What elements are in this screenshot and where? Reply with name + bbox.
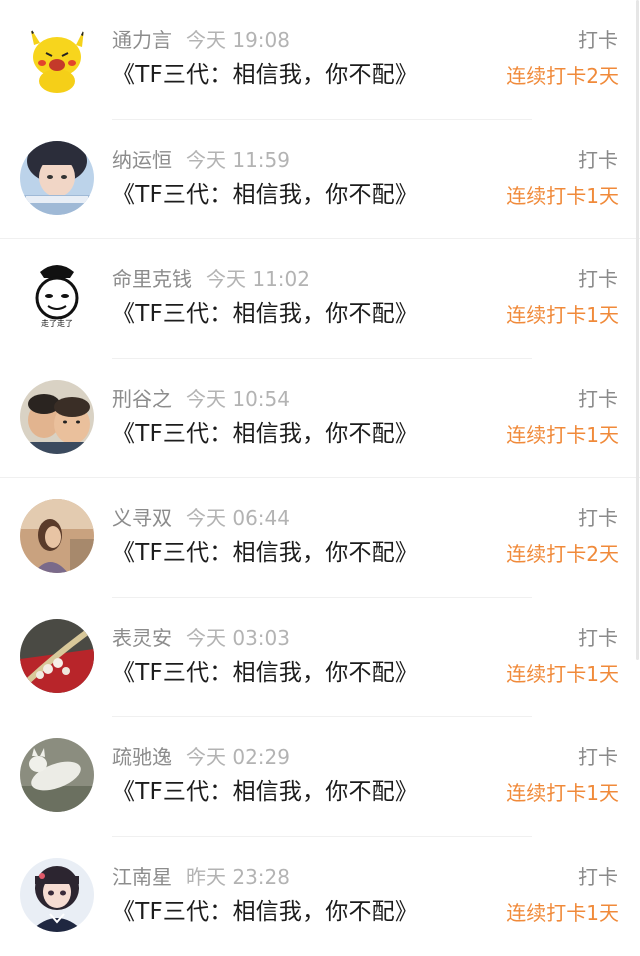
user-name[interactable]: 通力言 (112, 28, 172, 52)
checkin-action-label: 打卡 (578, 625, 618, 651)
checkin-list: 通力言今天 19:08 《TF三代：相信我，你不配》 打卡 连续打卡2天 纳运恒… (0, 0, 640, 956)
scrollbar-thumb[interactable] (636, 0, 639, 660)
girl-profile-avatar[interactable] (20, 499, 94, 573)
meta-line: 通力言今天 19:08 (112, 27, 290, 53)
list-item[interactable]: 义寻双今天 06:44 《TF三代：相信我，你不配》 打卡 连续打卡2天 (0, 478, 640, 598)
meta-line: 纳运恒今天 11:59 (112, 147, 290, 173)
checkin-action-label: 打卡 (578, 864, 618, 890)
user-name[interactable]: 纳运恒 (112, 148, 172, 172)
avatar-caption: 走了走了 (41, 319, 73, 328)
streak-label: 连续打卡2天 (506, 541, 619, 567)
white-cat-avatar[interactable] (20, 738, 94, 812)
meme-face-avatar[interactable]: 走了走了 (20, 260, 94, 334)
checkin-action-label: 打卡 (578, 266, 618, 292)
post-time: 今天 11:59 (186, 148, 290, 172)
checkin-action-label: 打卡 (578, 505, 618, 531)
two-boys-avatar[interactable] (20, 380, 94, 454)
checkin-title: 《TF三代：相信我，你不配》 (112, 536, 418, 570)
post-time: 今天 11:02 (206, 267, 310, 291)
checkin-title: 《TF三代：相信我，你不配》 (112, 895, 418, 929)
anime-girl-avatar[interactable] (20, 858, 94, 932)
checkin-action-label: 打卡 (578, 147, 618, 173)
meta-line: 疏驰逸今天 02:29 (112, 744, 290, 770)
list-item[interactable]: 疏驰逸今天 02:29 《TF三代：相信我，你不配》 打卡 连续打卡1天 (0, 717, 640, 837)
pikachu-avatar[interactable] (20, 21, 94, 95)
meta-line: 江南星昨天 23:28 (112, 864, 290, 890)
checkin-action-label: 打卡 (578, 386, 618, 412)
post-time: 今天 03:03 (186, 626, 290, 650)
user-name[interactable]: 刑谷之 (112, 387, 172, 411)
user-name[interactable]: 义寻双 (112, 506, 172, 530)
checkin-title: 《TF三代：相信我，你不配》 (112, 417, 418, 451)
checkin-title: 《TF三代：相信我，你不配》 (112, 58, 418, 92)
streak-label: 连续打卡1天 (506, 900, 619, 926)
post-time: 昨天 23:28 (186, 865, 290, 889)
user-name[interactable]: 疏驰逸 (112, 745, 172, 769)
meta-line: 刑谷之今天 10:54 (112, 386, 290, 412)
meta-line: 表灵安今天 03:03 (112, 625, 290, 651)
meta-line: 义寻双今天 06:44 (112, 505, 290, 531)
list-item[interactable]: 纳运恒今天 11:59 《TF三代：相信我，你不配》 打卡 连续打卡1天 (0, 120, 640, 240)
streak-label: 连续打卡2天 (506, 63, 619, 89)
post-time: 今天 19:08 (186, 28, 290, 52)
streak-label: 连续打卡1天 (506, 780, 619, 806)
pearl-brooch-avatar[interactable] (20, 619, 94, 693)
streak-label: 连续打卡1天 (506, 183, 619, 209)
checkin-title: 《TF三代：相信我，你不配》 (112, 178, 418, 212)
post-time: 今天 02:29 (186, 745, 290, 769)
user-name[interactable]: 表灵安 (112, 626, 172, 650)
checkin-title: 《TF三代：相信我，你不配》 (112, 297, 418, 331)
streak-label: 连续打卡1天 (506, 661, 619, 687)
checkin-title: 《TF三代：相信我，你不配》 (112, 775, 418, 809)
streak-label: 连续打卡1天 (506, 302, 619, 328)
checkin-title: 《TF三代：相信我，你不配》 (112, 656, 418, 690)
list-item[interactable]: 刑谷之今天 10:54 《TF三代：相信我，你不配》 打卡 连续打卡1天 (0, 359, 640, 479)
meta-line: 命里克钱今天 11:02 (112, 266, 310, 292)
list-item[interactable]: 表灵安今天 03:03 《TF三代：相信我，你不配》 打卡 连续打卡1天 (0, 598, 640, 718)
list-item[interactable]: 通力言今天 19:08 《TF三代：相信我，你不配》 打卡 连续打卡2天 (0, 0, 640, 120)
list-item[interactable]: 走了走了 命里克钱今天 11:02 《TF三代：相信我，你不配》 打卡 连续打卡… (0, 239, 640, 359)
post-time: 今天 06:44 (186, 506, 290, 530)
checkin-action-label: 打卡 (578, 27, 618, 53)
list-item[interactable]: 江南星昨天 23:28 《TF三代：相信我，你不配》 打卡 连续打卡1天 (0, 837, 640, 956)
user-name[interactable]: 江南星 (112, 865, 172, 889)
checkin-action-label: 打卡 (578, 744, 618, 770)
user-name[interactable]: 命里克钱 (112, 267, 192, 291)
streak-label: 连续打卡1天 (506, 422, 619, 448)
girl-selfie-avatar[interactable] (20, 141, 94, 215)
post-time: 今天 10:54 (186, 387, 290, 411)
scrollbar[interactable] (636, 0, 640, 951)
